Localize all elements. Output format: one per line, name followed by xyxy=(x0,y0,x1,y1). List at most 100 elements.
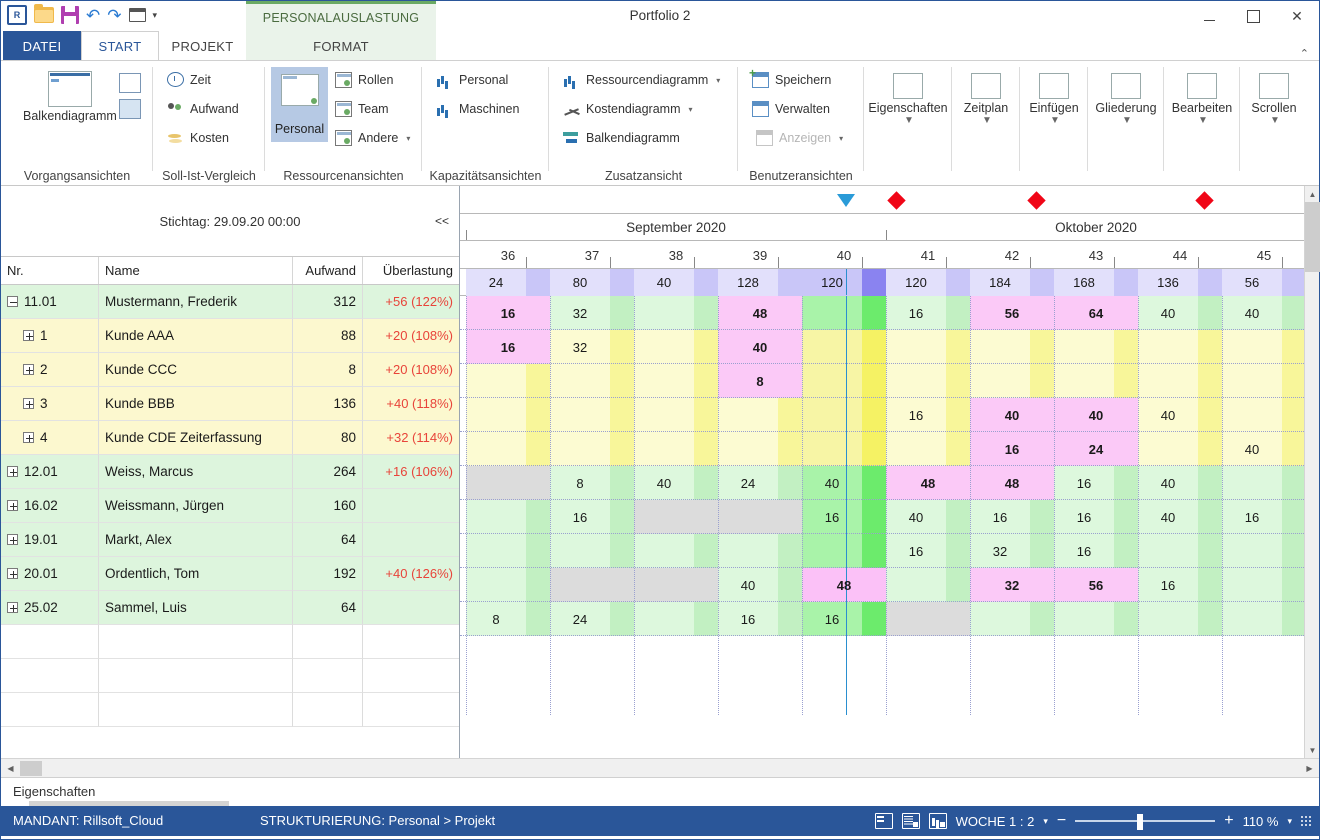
zoom-out-button[interactable]: − xyxy=(1057,812,1066,830)
utilization-cell[interactable]: 40 xyxy=(718,568,802,602)
week-label[interactable]: 39 xyxy=(718,241,802,269)
utilization-cell[interactable]: 40 xyxy=(1138,398,1222,432)
table-row[interactable]: 2 Kunde CCC 8 +20 (108%) xyxy=(1,353,459,387)
zoom-level-label[interactable]: 110 % xyxy=(1243,814,1279,829)
utilization-cell[interactable]: 16 xyxy=(970,500,1054,534)
week-label[interactable]: 41 xyxy=(886,241,970,269)
zoom-slider-knob[interactable] xyxy=(1137,814,1144,830)
utilization-cell[interactable] xyxy=(718,500,802,534)
utilization-cell[interactable]: 16 xyxy=(1222,500,1304,534)
utilization-cell[interactable]: 40 xyxy=(1138,296,1222,330)
utilization-cell[interactable]: 40 xyxy=(1222,296,1304,330)
table-row[interactable]: 19.01 Markt, Alex 64 xyxy=(1,523,459,557)
utilization-cell[interactable]: 24 xyxy=(1054,432,1138,466)
utilization-cell[interactable] xyxy=(1222,330,1304,364)
column-header-ueberlastung[interactable]: Überlastung xyxy=(363,257,459,284)
utilization-cell[interactable]: 40 xyxy=(1138,466,1222,500)
utilization-cell[interactable]: 24 xyxy=(550,602,634,636)
horizontal-scrollbar[interactable]: ◀ ▶ xyxy=(1,758,1319,777)
horizontal-scroll-thumb[interactable] xyxy=(20,761,42,776)
utilization-cell[interactable] xyxy=(1138,364,1222,398)
split-view-icon[interactable] xyxy=(874,813,893,829)
utilization-cell[interactable] xyxy=(1222,602,1304,636)
time-scale-label[interactable]: WOCHE 1 : 2 xyxy=(956,814,1035,829)
utilization-cell[interactable] xyxy=(970,364,1054,398)
utilization-cell[interactable] xyxy=(886,432,970,466)
kapazitaet-maschinen-button[interactable]: Maschinen xyxy=(436,101,519,117)
utilization-cell[interactable]: 40 xyxy=(802,466,886,500)
kosten-button[interactable]: Kosten xyxy=(167,130,229,146)
utilization-cell[interactable]: 8 xyxy=(718,364,802,398)
utilization-cell[interactable] xyxy=(634,500,718,534)
column-header-name[interactable]: Name xyxy=(99,257,293,284)
tab-start[interactable]: START xyxy=(81,31,159,61)
tab-datei[interactable]: DATEI xyxy=(3,31,81,61)
utilization-cell[interactable] xyxy=(550,534,634,568)
week-label[interactable]: 44 xyxy=(1138,241,1222,269)
kostendiagramm-button[interactable]: Kostendiagramm ▾ xyxy=(563,101,693,117)
column-header-nr[interactable]: Nr. xyxy=(1,257,99,284)
rollen-button[interactable]: Rollen xyxy=(335,72,393,88)
utilization-cell[interactable]: 16 xyxy=(886,296,970,330)
utilization-cell[interactable]: 48 xyxy=(970,466,1054,500)
table-row[interactable]: 4 Kunde CDE Zeiterfassung 80 +32 (114%) xyxy=(1,421,459,455)
utilization-cell[interactable] xyxy=(466,568,550,602)
utilization-cell[interactable] xyxy=(1054,602,1138,636)
chevron-down-icon[interactable]: ▾ xyxy=(689,105,693,114)
utilization-cell[interactable] xyxy=(970,602,1054,636)
utilization-cell[interactable]: 16 xyxy=(718,602,802,636)
today-marker-icon[interactable] xyxy=(836,194,855,207)
balkendiagramm-button[interactable]: Balkendiagramm xyxy=(23,71,117,123)
utilization-cell[interactable]: 40 xyxy=(970,398,1054,432)
utilization-cell[interactable] xyxy=(1138,534,1222,568)
collapse-pane-button[interactable]: << xyxy=(435,214,449,228)
week-label[interactable]: 40 xyxy=(802,241,886,269)
verwalten-button[interactable]: Verwalten xyxy=(752,101,830,117)
utilization-cell[interactable] xyxy=(886,364,970,398)
utilization-cell[interactable] xyxy=(1138,330,1222,364)
utilization-cell[interactable]: 32 xyxy=(970,568,1054,602)
personal-view-button[interactable]: Personal xyxy=(271,67,328,142)
week-label[interactable]: 37 xyxy=(550,241,634,269)
utilization-cell[interactable] xyxy=(550,432,634,466)
column-header-aufwand[interactable]: Aufwand xyxy=(293,257,363,284)
utilization-cell[interactable] xyxy=(886,330,970,364)
vertical-scroll-thumb[interactable] xyxy=(1305,202,1320,272)
zusatz-balkendiagramm-button[interactable]: Balkendiagramm xyxy=(563,130,680,146)
utilization-cell[interactable]: 16 xyxy=(1054,500,1138,534)
utilization-cell[interactable] xyxy=(634,296,718,330)
zoom-slider[interactable] xyxy=(1075,814,1216,830)
row-expander[interactable] xyxy=(7,296,18,307)
utilization-cell[interactable] xyxy=(802,432,886,466)
maximize-button[interactable] xyxy=(1231,1,1275,31)
utilization-cell[interactable]: 40 xyxy=(718,330,802,364)
eigenschaften-button[interactable]: Eigenschaften ▼ xyxy=(864,73,952,126)
network-view-icon[interactable] xyxy=(119,73,141,93)
chevron-down-icon[interactable]: ▾ xyxy=(406,134,410,143)
zeit-button[interactable]: Zeit xyxy=(167,72,211,87)
chevron-down-icon[interactable]: ▼ xyxy=(982,115,992,126)
row-expander[interactable] xyxy=(7,534,18,545)
utilization-cell[interactable] xyxy=(466,364,550,398)
utilization-cell[interactable]: 8 xyxy=(550,466,634,500)
chevron-down-icon[interactable]: ▾ xyxy=(1287,816,1292,827)
chevron-down-icon[interactable]: ▼ xyxy=(1270,115,1280,126)
utilization-cell[interactable] xyxy=(1222,568,1304,602)
utilization-cell[interactable] xyxy=(634,432,718,466)
tab-projekt[interactable]: PROJEKT xyxy=(159,31,246,61)
utilization-cell[interactable] xyxy=(634,568,718,602)
row-expander[interactable] xyxy=(7,602,18,613)
aufwand-button[interactable]: Aufwand xyxy=(167,101,239,117)
board-view-icon[interactable] xyxy=(119,99,141,119)
utilization-cell[interactable]: 16 xyxy=(970,432,1054,466)
utilization-cell[interactable]: 56 xyxy=(1054,568,1138,602)
utilization-cell[interactable] xyxy=(634,330,718,364)
week-label[interactable]: 42 xyxy=(970,241,1054,269)
kapazitaet-personal-button[interactable]: Personal xyxy=(436,72,508,88)
table-row[interactable]: 1 Kunde AAA 88 +20 (108%) xyxy=(1,319,459,353)
utilization-cell[interactable]: 16 xyxy=(802,500,886,534)
properties-bar[interactable]: Eigenschaften xyxy=(1,777,1319,806)
utilization-cell[interactable] xyxy=(466,466,550,500)
row-expander[interactable] xyxy=(7,466,18,477)
utilization-cell[interactable] xyxy=(718,398,802,432)
